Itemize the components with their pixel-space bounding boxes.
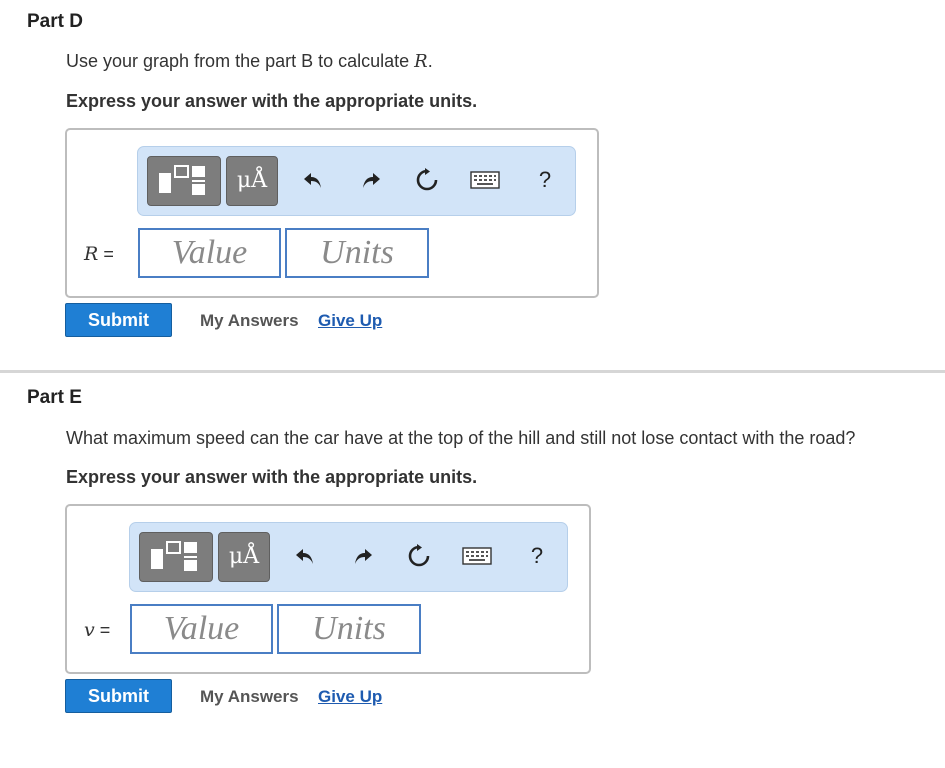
part-d-submit-button[interactable]: Submit bbox=[65, 303, 172, 337]
value-input[interactable]: Value bbox=[138, 228, 281, 278]
section-divider bbox=[0, 370, 945, 373]
part-d-prompt: Use your graph from the part B to calcul… bbox=[66, 51, 433, 72]
help-icon: ? bbox=[538, 167, 552, 192]
part-d-title: Part D bbox=[27, 11, 83, 32]
reset-button[interactable] bbox=[412, 165, 442, 195]
part-e-title: Part E bbox=[27, 387, 82, 408]
equals-sign: = bbox=[94, 620, 111, 640]
reset-icon bbox=[408, 544, 430, 567]
part-d-instruction: Express your answer with the appropriate… bbox=[66, 91, 478, 111]
templates-icon bbox=[151, 541, 197, 571]
part-d-answer-box: μÅ ? R = Value Units bbox=[65, 128, 599, 298]
prompt-variable: R bbox=[414, 51, 428, 72]
undo-icon bbox=[296, 549, 313, 564]
undo-button[interactable] bbox=[298, 165, 328, 195]
redo-icon bbox=[363, 173, 380, 188]
part-d-give-up-link[interactable]: Give Up bbox=[318, 311, 382, 331]
keyboard-button[interactable] bbox=[460, 541, 494, 571]
variable-label: R = bbox=[84, 243, 114, 265]
math-toolbar: μÅ ? bbox=[129, 522, 568, 592]
reset-icon bbox=[416, 168, 438, 191]
math-toolbar: μÅ ? bbox=[137, 146, 576, 216]
units-input[interactable]: Units bbox=[277, 604, 421, 654]
redo-icon bbox=[355, 549, 372, 564]
prompt-text: Use your graph from the part B to calcul… bbox=[66, 51, 415, 71]
templates-button[interactable] bbox=[147, 156, 221, 206]
part-e-my-answers-link[interactable]: My Answers bbox=[200, 687, 299, 707]
part-e-prompt: What maximum speed can the car have at t… bbox=[66, 428, 856, 448]
part-e-answer-box: μÅ ? v = Value Units bbox=[65, 504, 591, 674]
templates-button[interactable] bbox=[139, 532, 213, 582]
redo-button[interactable] bbox=[356, 165, 386, 195]
variable-symbol: R bbox=[84, 243, 99, 265]
part-e-submit-button[interactable]: Submit bbox=[65, 679, 172, 713]
help-button[interactable]: ? bbox=[530, 165, 560, 195]
help-icon: ? bbox=[530, 543, 544, 568]
part-e-instruction: Express your answer with the appropriate… bbox=[66, 467, 478, 487]
equals-sign: = bbox=[98, 244, 114, 264]
keyboard-button[interactable] bbox=[468, 165, 502, 195]
part-e-give-up-link[interactable]: Give Up bbox=[318, 687, 382, 707]
reset-button[interactable] bbox=[404, 541, 434, 571]
units-button[interactable]: μÅ bbox=[226, 156, 278, 206]
templates-icon bbox=[159, 165, 205, 195]
undo-icon bbox=[304, 173, 321, 188]
part-d-my-answers-link[interactable]: My Answers bbox=[200, 311, 299, 331]
variable-symbol: v bbox=[84, 619, 95, 641]
keyboard-icon bbox=[470, 171, 500, 189]
units-button[interactable]: μÅ bbox=[218, 532, 270, 582]
redo-button[interactable] bbox=[348, 541, 378, 571]
undo-button[interactable] bbox=[290, 541, 320, 571]
keyboard-icon bbox=[462, 547, 492, 565]
variable-label: v = bbox=[84, 619, 110, 641]
help-button[interactable]: ? bbox=[522, 541, 552, 571]
prompt-end: . bbox=[427, 51, 433, 71]
units-input[interactable]: Units bbox=[285, 228, 429, 278]
value-input[interactable]: Value bbox=[130, 604, 273, 654]
